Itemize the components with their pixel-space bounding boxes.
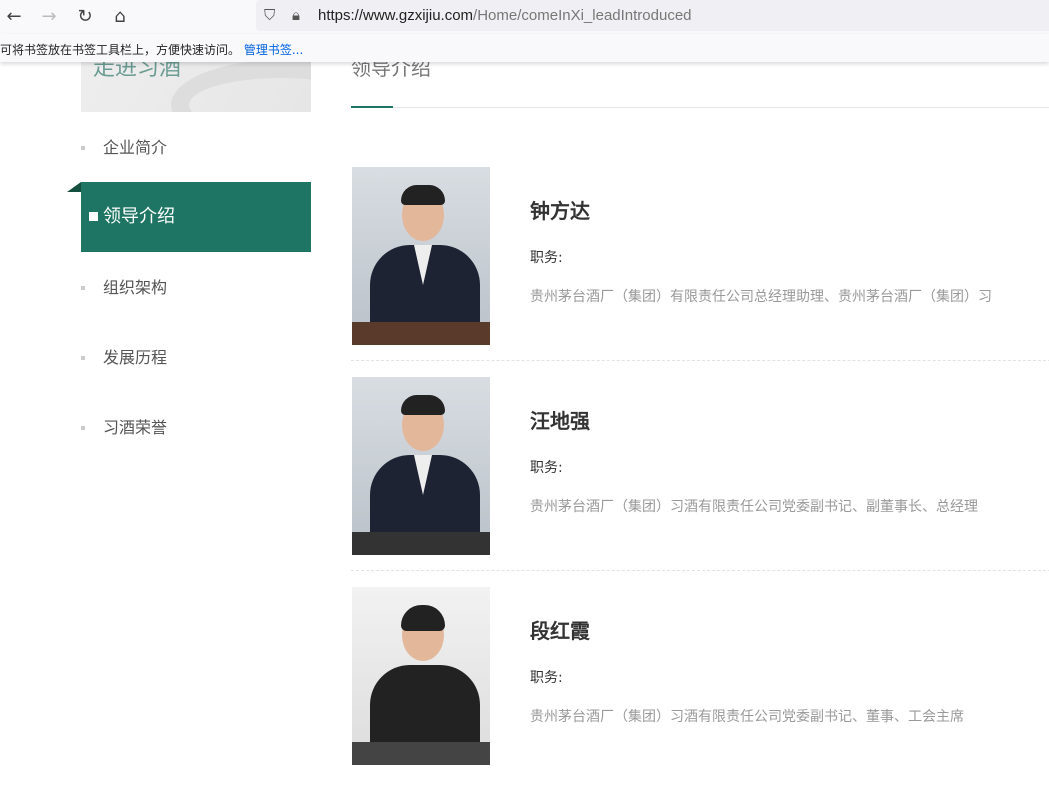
- url-host: https://www.gzxijiu.com: [318, 7, 474, 24]
- sidebar-item-history[interactable]: 发展历程: [81, 323, 311, 393]
- address-bar[interactable]: ⛉ 🔒︎ https://www.gzxijiu.com/Home/comeIn…: [256, 0, 1049, 31]
- leader-photo: [352, 377, 490, 555]
- leader-role: 贵州茅台酒厂（集团）有限责任公司总经理助理、贵州茅台酒厂（集团）习: [530, 289, 992, 305]
- lock-icon[interactable]: 🔒︎: [292, 6, 300, 24]
- bullet-icon: [81, 426, 85, 430]
- leader-name: 段红霞: [530, 619, 590, 643]
- forward-icon[interactable]: →: [37, 5, 61, 29]
- leader-role: 贵州茅台酒厂（集团）习酒有限责任公司党委副书记、副董事长、总经理: [530, 499, 978, 515]
- leader-name: 钟方达: [530, 199, 590, 223]
- active-tab-fold: [67, 182, 81, 192]
- bullet-icon: [81, 146, 85, 150]
- bookmarks-hint: 可将书签放在书签工具栏上，方便快速访问。: [0, 43, 241, 57]
- leader-card: 段红霞 职务: 贵州茅台酒厂（集团）习酒有限责任公司党委副书记、董事、工会主席: [351, 587, 1049, 797]
- leader-photo: [352, 167, 490, 345]
- sidebar-item-label: 发展历程: [103, 348, 168, 367]
- role-label: 职务:: [530, 460, 563, 476]
- sidebar-item-label: 组织架构: [103, 278, 168, 297]
- sidebar-item-honors[interactable]: 习酒荣誉: [81, 393, 311, 463]
- sidebar-item-label: 领导介绍: [103, 206, 175, 227]
- home-icon[interactable]: ⌂: [108, 5, 132, 29]
- manage-bookmarks-link[interactable]: 管理书签...: [244, 43, 303, 57]
- header-decoration: [171, 60, 311, 112]
- leader-name: 汪地强: [530, 409, 590, 433]
- browser-toolbar: ← → ↻ ⌂ ⛉ 🔒︎ https://www.gzxijiu.com/Hom…: [0, 0, 1049, 34]
- bookmarks-bar: 可将书签放在书签工具栏上，方便快速访问。 管理书签...: [0, 34, 1049, 62]
- leader-role: 贵州茅台酒厂（集团）习酒有限责任公司党委副书记、董事、工会主席: [530, 709, 964, 725]
- bullet-icon: [81, 356, 85, 360]
- leader-photo: [352, 587, 490, 765]
- title-underline: [351, 106, 1049, 108]
- shield-icon[interactable]: ⛉: [264, 6, 275, 24]
- reload-icon[interactable]: ↻: [73, 5, 97, 29]
- role-label: 职务:: [530, 250, 563, 266]
- url-path: /Home/comeInXi_leadIntroduced: [473, 7, 692, 24]
- divider: [351, 570, 1049, 571]
- leader-card: 汪地强 职务: 贵州茅台酒厂（集团）习酒有限责任公司党委副书记、副董事长、总经理: [351, 377, 1049, 587]
- bullet-icon: [81, 286, 85, 290]
- leader-card: 钟方达 职务: 贵州茅台酒厂（集团）有限责任公司总经理助理、贵州茅台酒厂（集团）…: [351, 167, 1049, 377]
- role-label: 职务:: [530, 670, 563, 686]
- sidebar-item-label: 企业简介: [103, 138, 168, 157]
- sidebar-item-organization[interactable]: 组织架构: [81, 253, 311, 323]
- sidebar-item-label: 习酒荣誉: [103, 418, 168, 437]
- back-icon[interactable]: ←: [2, 5, 26, 29]
- sidebar-item-leaders[interactable]: 领导介绍: [81, 182, 311, 252]
- sidebar-item-company[interactable]: 企业简介: [81, 113, 311, 183]
- divider: [351, 360, 1049, 361]
- bullet-icon: [89, 212, 98, 221]
